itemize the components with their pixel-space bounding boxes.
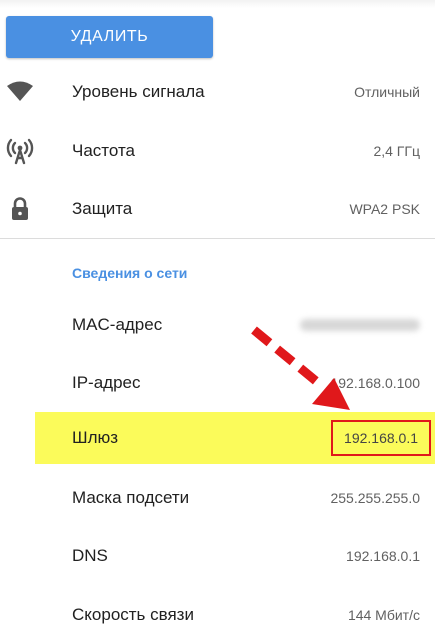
lock-icon — [6, 195, 34, 223]
top-edge — [0, 0, 435, 8]
red-dashed-arrow-icon — [251, 326, 350, 410]
frequency-value: 2,4 ГГц — [373, 143, 420, 159]
wifi-signal-icon — [6, 78, 34, 106]
mac-address-row: MAC-адрес — [0, 296, 435, 354]
dns-value: 192.168.0.1 — [346, 548, 420, 564]
signal-strength-value: Отличный — [354, 84, 420, 100]
network-section-title: Сведения о сети — [72, 265, 188, 281]
security-label: Защита — [72, 199, 133, 218]
frequency-label: Частота — [72, 141, 136, 160]
dns-label: DNS — [72, 546, 108, 565]
dns-row: DNS 192.168.0.1 — [0, 527, 435, 585]
delete-button[interactable]: УДАЛИТЬ — [6, 16, 213, 58]
link-speed-row: Скорость связи 144 Мбит/с — [0, 586, 435, 644]
ip-address-row: IP-адрес 192.168.0.100 — [0, 354, 435, 412]
frequency-row: Частота 2,4 ГГц — [0, 122, 435, 180]
subnet-mask-value: 255.255.255.0 — [330, 490, 420, 506]
antenna-icon — [6, 137, 34, 165]
security-value: WPA2 PSK — [349, 201, 420, 217]
section-divider — [0, 238, 435, 239]
gateway-row: Шлюз 192.168.0.1 — [0, 409, 435, 467]
subnet-mask-row: Маска подсети 255.255.255.0 — [0, 469, 435, 527]
signal-strength-label: Уровень сигнала — [72, 82, 205, 101]
link-speed-value: 144 Мбит/с — [347, 607, 420, 623]
signal-strength-row: Уровень сигнала Отличный — [0, 63, 435, 121]
link-speed-label: Скорость связи — [72, 605, 194, 624]
gateway-label: Шлюз — [72, 428, 119, 447]
subnet-mask-label: Маска подсети — [72, 488, 190, 507]
mac-address-label: MAC-адрес — [72, 315, 163, 334]
security-row: Защита WPA2 PSK — [0, 180, 435, 238]
ip-address-label: IP-адрес — [72, 373, 141, 392]
